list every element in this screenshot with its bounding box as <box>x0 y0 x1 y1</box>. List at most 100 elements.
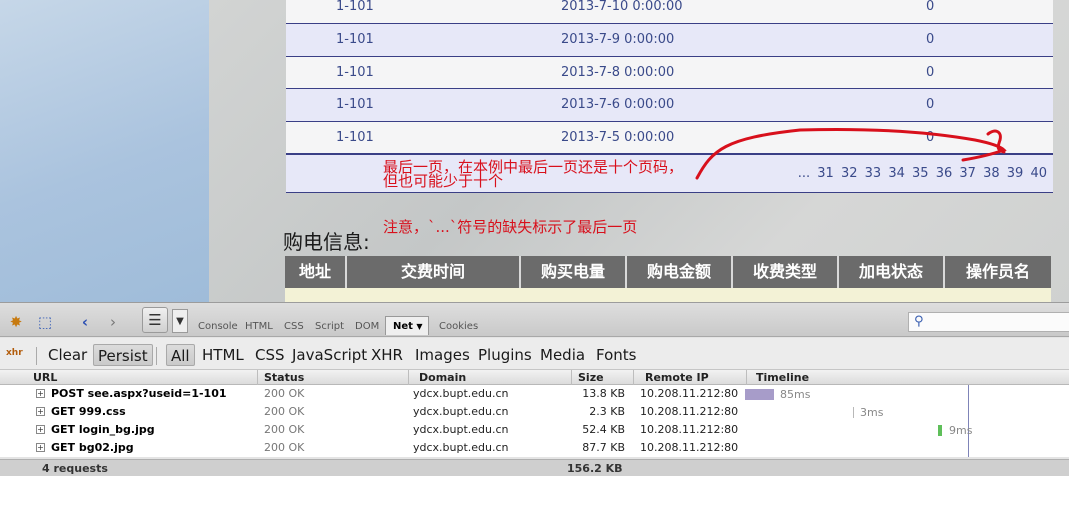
purchase-table-header: 地址 交费时间 购买电量 购电金额 收费类型 加电状态 操作员名 <box>285 256 1051 288</box>
request-url: GET 999.css <box>51 405 126 418</box>
cell-id: 1-101 <box>336 0 374 14</box>
page-link[interactable]: 33 <box>865 166 882 181</box>
cell-time: 2013-7-5 0:00:00 <box>561 130 675 145</box>
filter-html[interactable]: HTML <box>198 344 248 366</box>
tab-net-label: Net <box>393 321 413 332</box>
cell-id: 1-101 <box>336 97 374 112</box>
request-domain: ydcx.bupt.edu.cn <box>413 423 509 436</box>
request-size: 87.7 KB <box>582 441 625 454</box>
left-background <box>0 0 209 302</box>
net-request-list: + POST see.aspx?useid=1-101 200 OK ydcx.… <box>0 385 1069 457</box>
chevron-down-icon[interactable]: ▼ <box>416 322 422 331</box>
expand-icon[interactable]: + <box>36 389 45 398</box>
pager-ellipsis[interactable]: ... <box>798 166 810 181</box>
request-row[interactable]: + GET bg02.jpg 200 OK ydcx.bupt.edu.cn 8… <box>0 439 1069 457</box>
chevron-down-icon[interactable]: ▼ <box>172 309 188 333</box>
column-timeline[interactable]: Timeline <box>756 371 809 384</box>
request-ip: 10.208.11.212:80 <box>640 441 739 454</box>
cell-time: 2013-7-9 0:00:00 <box>561 32 675 47</box>
tab-script[interactable]: Script <box>315 321 344 332</box>
page-link[interactable]: 31 <box>817 166 834 181</box>
filter-xhr[interactable]: XHR <box>367 344 407 366</box>
table-row: 1-101 2013-7-10 0:00:00 0 <box>286 0 1053 23</box>
request-count: 4 requests <box>42 462 108 475</box>
column-header: 购买电量 <box>521 256 627 288</box>
request-status: 200 OK <box>264 441 305 454</box>
column-header: 收费类型 <box>733 256 839 288</box>
page-link[interactable]: 32 <box>841 166 858 181</box>
request-url: GET bg02.jpg <box>51 441 134 454</box>
page-link[interactable]: 36 <box>936 166 953 181</box>
cell-value: 0 <box>926 65 935 80</box>
tab-cookies[interactable]: Cookies <box>439 321 478 332</box>
page-link[interactable]: 39 <box>1007 166 1024 181</box>
column-url[interactable]: URL <box>33 371 57 384</box>
expand-icon[interactable]: + <box>36 443 45 452</box>
request-row[interactable]: + POST see.aspx?useid=1-101 200 OK ydcx.… <box>0 385 1069 403</box>
column-domain[interactable]: Domain <box>419 371 466 384</box>
back-icon[interactable]: ‹ <box>74 311 96 333</box>
request-row[interactable]: + GET 999.css 200 OK ydcx.bupt.edu.cn 2.… <box>0 403 1069 421</box>
net-summary-row: 4 requests 156.2 KB <box>0 459 1069 476</box>
inspect-icon[interactable]: ⬚ <box>34 311 56 333</box>
purchase-row-partial <box>285 288 1051 302</box>
expand-icon[interactable]: + <box>36 407 45 416</box>
request-ip: 10.208.11.212:80 <box>640 423 739 436</box>
filter-images[interactable]: Images <box>411 344 474 366</box>
firebug-toolbar: ✸ ⬚ ‹ › ☰ ▼ Console HTML CSS Script DOM … <box>0 303 1069 337</box>
table-row: 1-101 2013-7-6 0:00:00 0 <box>286 89 1053 121</box>
column-size[interactable]: Size <box>578 371 604 384</box>
cell-time: 2013-7-8 0:00:00 <box>561 65 675 80</box>
divider <box>156 347 157 365</box>
tab-css[interactable]: CSS <box>284 321 304 332</box>
clear-button[interactable]: Clear <box>44 344 91 366</box>
divider <box>257 370 258 385</box>
filter-css[interactable]: CSS <box>251 344 289 366</box>
request-row[interactable]: + GET login_bg.jpg 200 OK ydcx.bupt.edu.… <box>0 421 1069 439</box>
net-column-header: URL Status Domain Size Remote IP Timelin… <box>0 370 1069 385</box>
cell-value: 0 <box>926 97 935 112</box>
timeline-duration: 3ms <box>860 406 884 419</box>
page-link[interactable]: 34 <box>888 166 905 181</box>
cell-id: 1-101 <box>336 130 374 145</box>
search-input[interactable]: ⚲ <box>908 312 1069 332</box>
request-domain: ydcx.bupt.edu.cn <box>413 405 509 418</box>
tab-console[interactable]: Console <box>198 321 238 332</box>
request-url: GET login_bg.jpg <box>51 423 155 436</box>
tab-dom[interactable]: DOM <box>355 321 379 332</box>
forward-icon[interactable]: › <box>102 311 124 333</box>
filter-plugins[interactable]: Plugins <box>474 344 536 366</box>
column-header: 操作员名 <box>965 262 1030 281</box>
request-size: 13.8 KB <box>582 387 625 400</box>
timeline-bar <box>938 425 942 436</box>
xhr-breakpoint-icon[interactable]: xhr <box>6 348 23 358</box>
search-icon: ⚲ <box>914 314 924 329</box>
divider <box>571 370 572 385</box>
menu-icon[interactable]: ☰ <box>142 307 168 333</box>
tab-html[interactable]: HTML <box>245 321 273 332</box>
column-status[interactable]: Status <box>264 371 304 384</box>
filter-all[interactable]: All <box>166 344 195 366</box>
pagination: ... 31 32 33 34 35 36 37 38 39 40 <box>795 166 1047 181</box>
divider <box>36 347 37 365</box>
annotation-ellipsis-note: 注意，`...`符号的缺失标示了最后一页 <box>383 218 638 236</box>
page-link-current[interactable]: 40 <box>1030 166 1047 181</box>
cell-id: 1-101 <box>336 32 374 47</box>
filter-javascript[interactable]: JavaScript <box>288 344 371 366</box>
column-header: 地址 <box>285 256 347 288</box>
expand-icon[interactable]: + <box>36 425 45 434</box>
page-link[interactable]: 38 <box>983 166 1000 181</box>
filter-fonts[interactable]: Fonts <box>592 344 640 366</box>
persist-button[interactable]: Persist <box>93 344 153 366</box>
request-status: 200 OK <box>264 387 305 400</box>
column-remote-ip[interactable]: Remote IP <box>645 371 709 384</box>
filter-media[interactable]: Media <box>536 344 589 366</box>
request-size: 52.4 KB <box>582 423 625 436</box>
firebug-icon[interactable]: ✸ <box>5 311 27 333</box>
request-domain: ydcx.bupt.edu.cn <box>413 441 509 454</box>
request-size: 2.3 KB <box>589 405 625 418</box>
column-header: 加电状态 <box>839 256 945 288</box>
page-link[interactable]: 37 <box>959 166 976 181</box>
page-link[interactable]: 35 <box>912 166 929 181</box>
tab-net[interactable]: Net ▼ <box>385 316 429 335</box>
